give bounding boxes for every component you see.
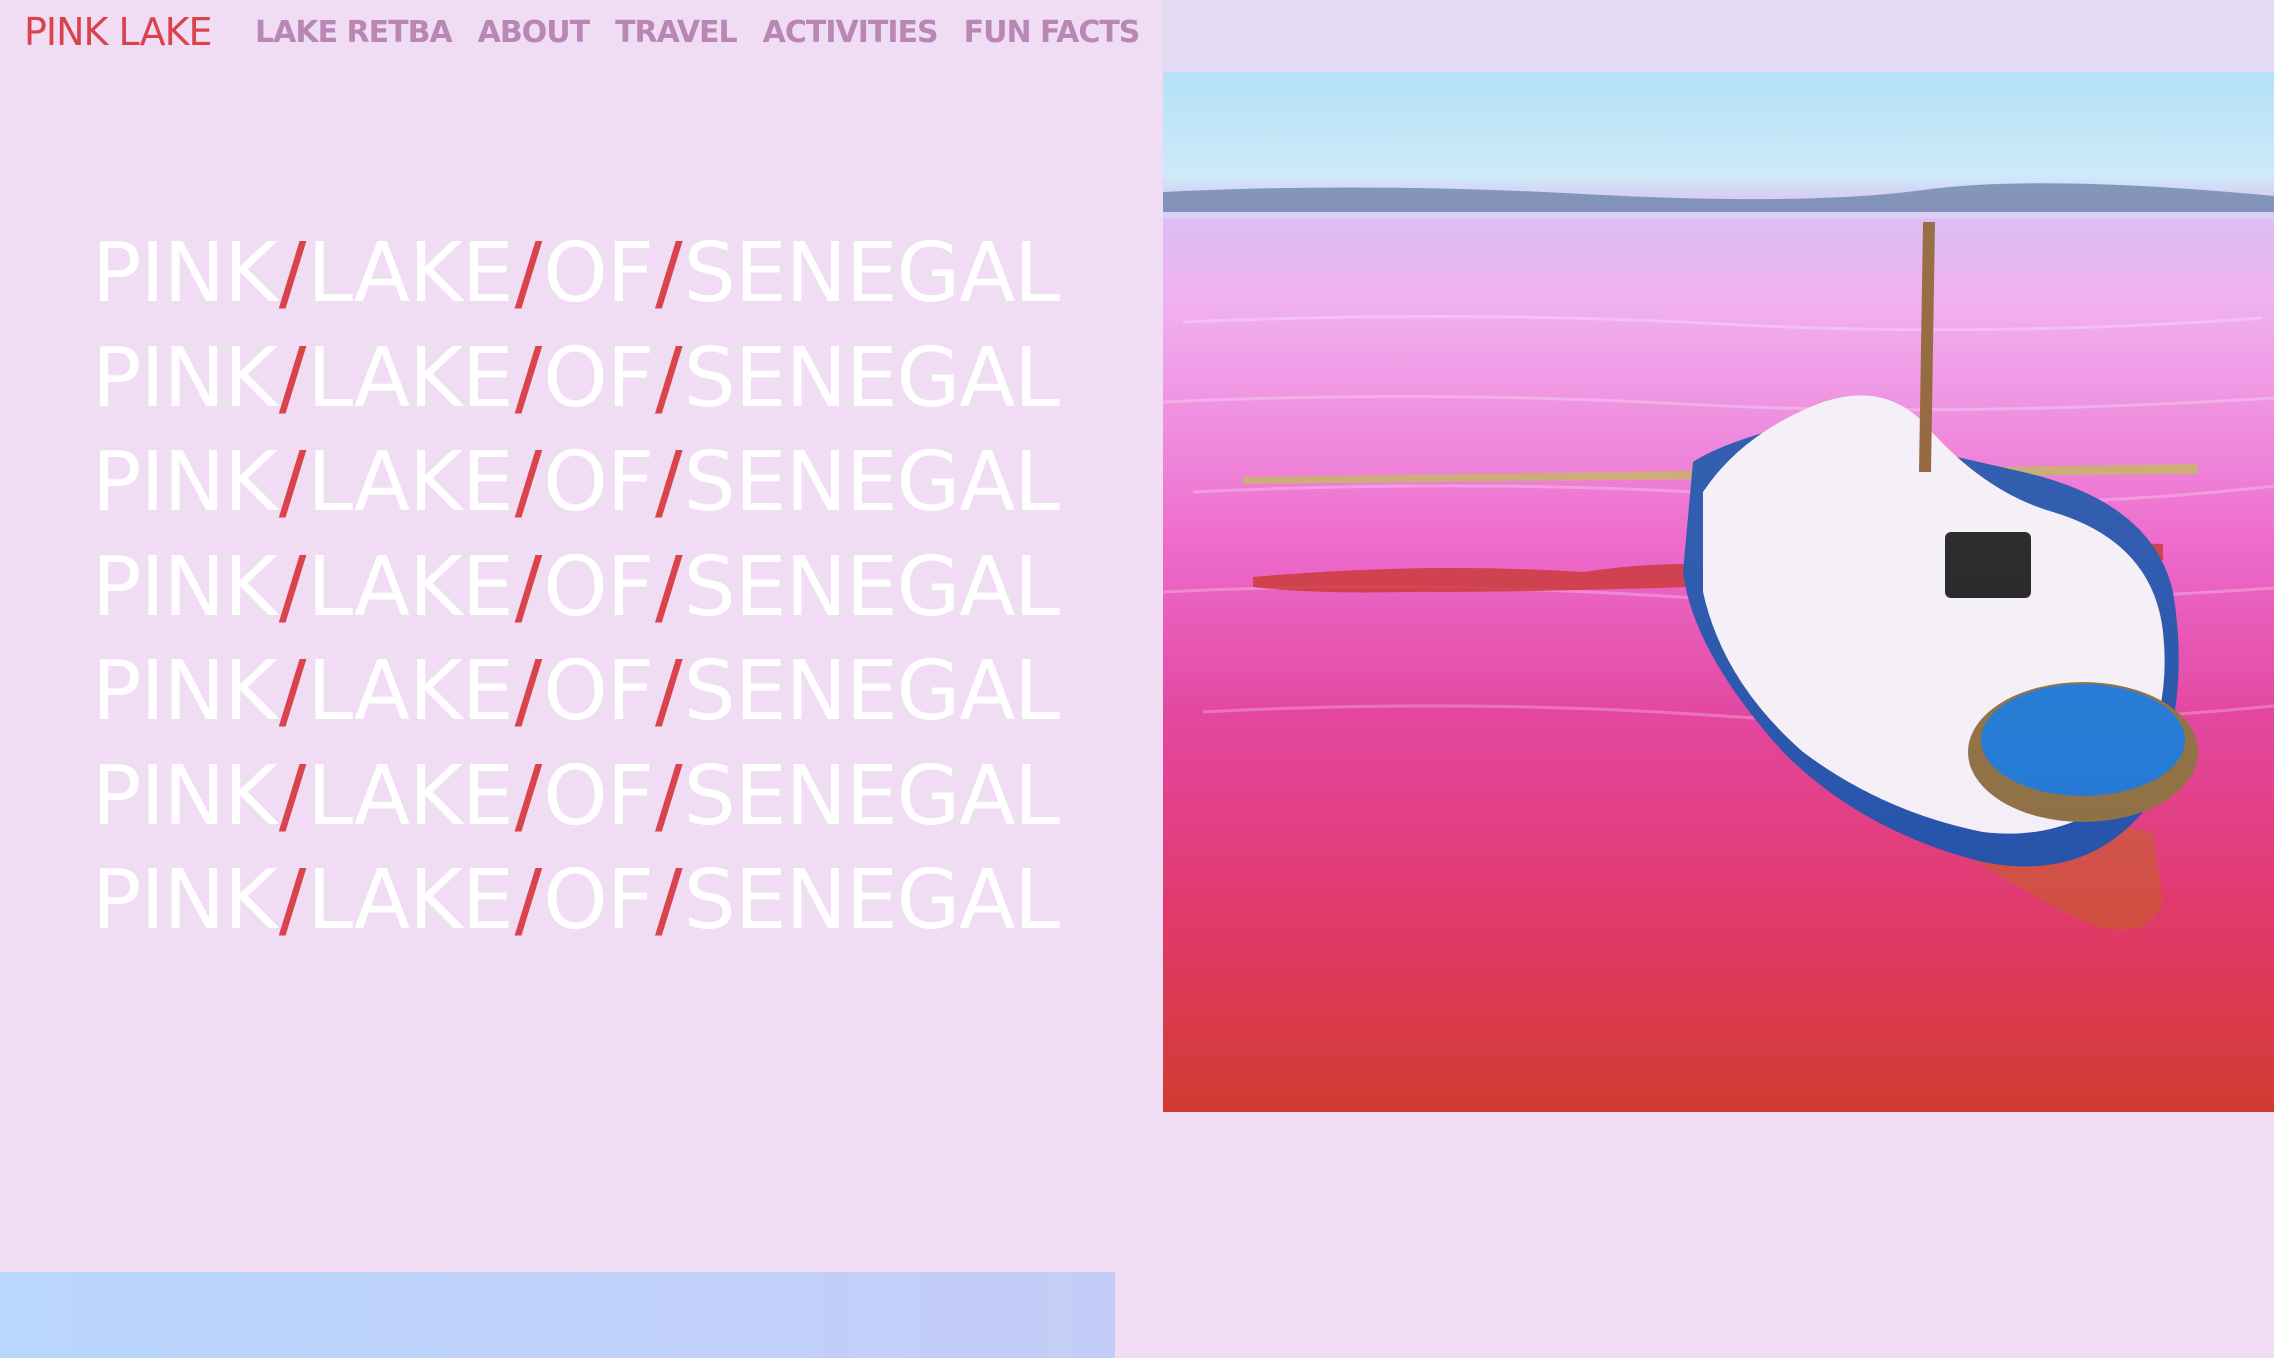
headline-separator: / [278,330,307,426]
nav-item: TRAVEL [615,15,738,50]
headline-separator: / [655,539,683,635]
headline-separator: / [278,539,307,635]
top-strip [1163,0,2274,72]
headline-word: SENEGAL [683,435,1060,530]
headline-word: PINK [92,435,278,530]
headline-word: SENEGAL [683,539,1060,635]
headline-word: OF [543,748,654,844]
nav-link-about[interactable]: ABOUT [478,15,590,50]
brand-logo[interactable]: PINK LAKE [24,10,213,54]
headline-separator: / [655,853,683,948]
headline-line: PINK/LAKE/OF/SENEGAL [92,849,1092,954]
headline-word: LAKE [307,226,513,321]
headline-word: PINK [92,748,278,844]
nav-link-travel[interactable]: TRAVEL [615,15,738,50]
headline-line: PINK/LAKE/OF/SENEGAL [92,640,1092,745]
nav-item: ABOUT [478,15,590,50]
nav-link-fun-facts[interactable]: FUN FACTS [964,15,1141,50]
headline-separator: / [655,748,683,844]
headline-word: LAKE [307,748,513,844]
headline-separator: / [278,226,307,321]
headline-separator: / [514,330,543,426]
headline-separator: / [278,853,307,948]
headline-separator: / [278,748,307,844]
headline-word: SENEGAL [683,644,1060,739]
headline-separator: / [514,748,543,844]
hero-headline: PINK/LAKE/OF/SENEGAL PINK/LAKE/OF/SENEGAL… [92,222,1092,954]
headline-separator: / [655,644,683,739]
headline-word: PINK [92,226,278,321]
nav-item: FUN FACTS [964,15,1141,50]
headline-word: LAKE [307,644,513,739]
headline-word: LAKE [307,539,513,635]
headline-word: PINK [92,644,278,739]
headline-line: PINK/LAKE/OF/SENEGAL [92,536,1092,641]
headline-word: LAKE [307,330,513,426]
headline-word: SENEGAL [683,748,1060,844]
navbar: PINK LAKE LAKE RETBA ABOUT TRAVEL ACTIVI… [0,0,1163,70]
headline-word: PINK [92,539,278,635]
headline-separator: / [655,226,683,321]
headline-separator: / [278,435,307,530]
headline-word: PINK [92,853,278,948]
headline-word: SENEGAL [683,853,1060,948]
headline-line: PINK/LAKE/OF/SENEGAL [92,327,1092,432]
nav-item: LAKE RETBA [255,15,453,50]
headline-separator: / [514,435,543,530]
headline-word: OF [543,853,654,948]
headline-separator: / [514,539,543,635]
headline-separator: / [655,435,683,530]
headline-line: PINK/LAKE/OF/SENEGAL [92,222,1092,327]
headline-word: LAKE [307,435,513,530]
headline-separator: / [278,644,307,739]
photo-sheen [1163,72,2274,1112]
headline-separator: / [514,644,543,739]
nav-item: ACTIVITIES [763,15,939,50]
nav-link-lake-retba[interactable]: LAKE RETBA [255,15,453,50]
nav-links: LAKE RETBA ABOUT TRAVEL ACTIVITIES FUN F… [255,15,1141,50]
headline-line: PINK/LAKE/OF/SENEGAL [92,431,1092,536]
headline-line: PINK/LAKE/OF/SENEGAL [92,745,1092,850]
headline-word: OF [543,435,654,530]
headline-word: OF [543,330,654,426]
headline-word: OF [543,539,654,635]
headline-word: SENEGAL [683,226,1060,321]
headline-word: OF [543,226,654,321]
hero-photo [1163,72,2274,1112]
next-section-preview [0,1272,1115,1358]
headline-word: LAKE [307,853,513,948]
nav-link-activities[interactable]: ACTIVITIES [763,15,939,50]
boat-photo-illustration [1163,72,2274,1112]
headline-word: SENEGAL [683,330,1060,426]
headline-separator: / [655,330,683,426]
headline-word: PINK [92,330,278,426]
headline-word: OF [543,644,654,739]
headline-separator: / [514,853,543,948]
headline-separator: / [514,226,543,321]
